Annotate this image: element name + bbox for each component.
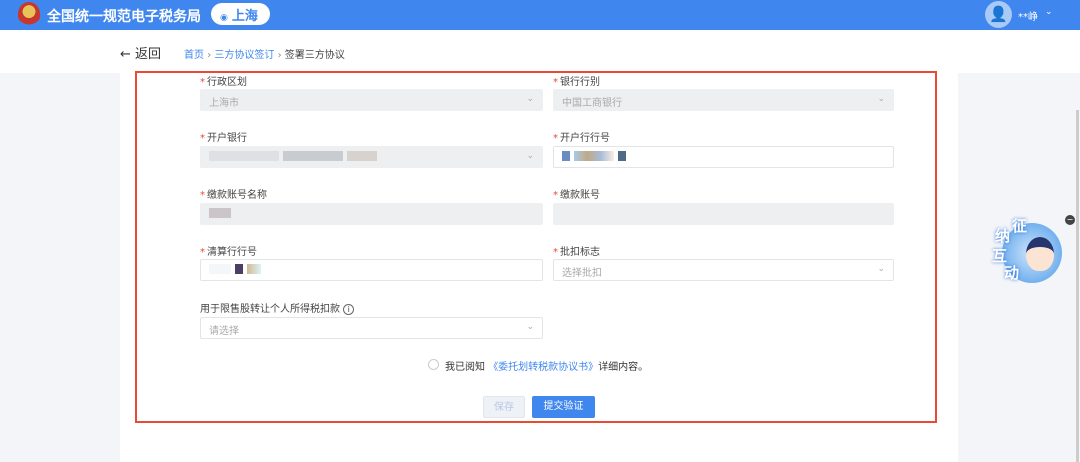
bank-type-label: * 银行行别	[553, 77, 600, 88]
chevron-down-icon: ⌄	[877, 264, 885, 274]
account-name-label: * 缴款账号名称	[200, 190, 267, 201]
site-title: 全国统一规范电子税务局	[47, 9, 201, 25]
nav-bar: ← 返回 首页 › 三方协议签订 › 签署三方协议	[0, 30, 1080, 73]
breadcrumb-separator: ›	[207, 50, 212, 61]
arrow-left-icon: ←	[120, 47, 131, 62]
back-button[interactable]: ← 返回	[120, 43, 161, 62]
location-selector[interactable]: ◉ 上海	[211, 3, 270, 25]
mascot-officer-icon	[1026, 237, 1054, 271]
submit-verify-button[interactable]: 提交验证	[532, 396, 595, 418]
breadcrumb-current: 签署三方协议	[284, 50, 345, 61]
chevron-down-icon: ⌄	[877, 94, 885, 104]
interaction-mascot-button[interactable]: 征 纳 互 动	[990, 215, 1066, 285]
location-label: 上海	[231, 9, 258, 24]
account-name-input[interactable]	[200, 203, 543, 225]
agreement-link[interactable]: 《委托划转税款协议书》	[488, 362, 598, 373]
back-label: 返回	[135, 47, 162, 62]
info-icon[interactable]: i	[343, 304, 355, 315]
deduct-flag-select[interactable]: 选择批扣 ⌄	[553, 259, 894, 281]
deduct-flag-label: * 批扣标志	[553, 247, 600, 258]
restricted-stock-label: 用于限售股转让个人所得税扣款 i	[200, 300, 355, 315]
breadcrumb-agreement-sign[interactable]: 三方协议签订	[214, 50, 274, 61]
mascot-char: 征	[1012, 217, 1028, 235]
breadcrumb: 首页 › 三方协议签订 › 签署三方协议	[184, 46, 345, 61]
clearing-no-label: * 清算行行号	[200, 247, 257, 258]
chevron-down-icon[interactable]: ⌄	[1045, 7, 1053, 17]
region-select[interactable]: 上海市 ⌄	[200, 89, 543, 111]
user-avatar-icon[interactable]: 👤	[985, 1, 1012, 28]
restricted-stock-select[interactable]: 请选择 ⌄	[200, 317, 543, 339]
clearing-no-input[interactable]	[200, 259, 543, 281]
open-bank-no-input[interactable]	[553, 146, 894, 168]
account-no-label: * 缴款账号	[553, 190, 600, 201]
agreement-checkbox[interactable]	[428, 359, 439, 370]
scrollbar[interactable]	[1076, 110, 1079, 462]
mascot-close-icon[interactable]: −	[1065, 215, 1075, 225]
breadcrumb-separator: ›	[277, 50, 282, 61]
tax-emblem-logo	[18, 2, 40, 26]
region-label: * 行政区划	[200, 77, 247, 88]
bank-type-select[interactable]: 中国工商银行 ⌄	[553, 89, 894, 111]
breadcrumb-home[interactable]: 首页	[184, 50, 204, 61]
chevron-down-icon: ⌄	[526, 94, 534, 104]
chevron-down-icon: ⌄	[526, 151, 534, 161]
account-no-input[interactable]	[553, 203, 894, 225]
save-button[interactable]: 保存	[483, 396, 525, 418]
user-name[interactable]: **峥	[1018, 8, 1038, 23]
top-header: 全国统一规范电子税务局 ◉ 上海 👤 **峥 ⌄	[0, 0, 1080, 30]
mascot-char: 纳	[995, 227, 1011, 245]
chevron-down-icon: ⌄	[526, 322, 534, 332]
open-bank-label: * 开户银行	[200, 133, 247, 144]
open-bank-no-label: * 开户行行号	[553, 133, 610, 144]
location-pin-icon: ◉	[220, 13, 228, 23]
open-bank-select[interactable]: ⌄	[200, 146, 543, 168]
agreement-text: 我已阅知 《委托划转税款协议书》详细内容。	[445, 362, 649, 373]
mascot-char: 动	[1004, 264, 1020, 282]
